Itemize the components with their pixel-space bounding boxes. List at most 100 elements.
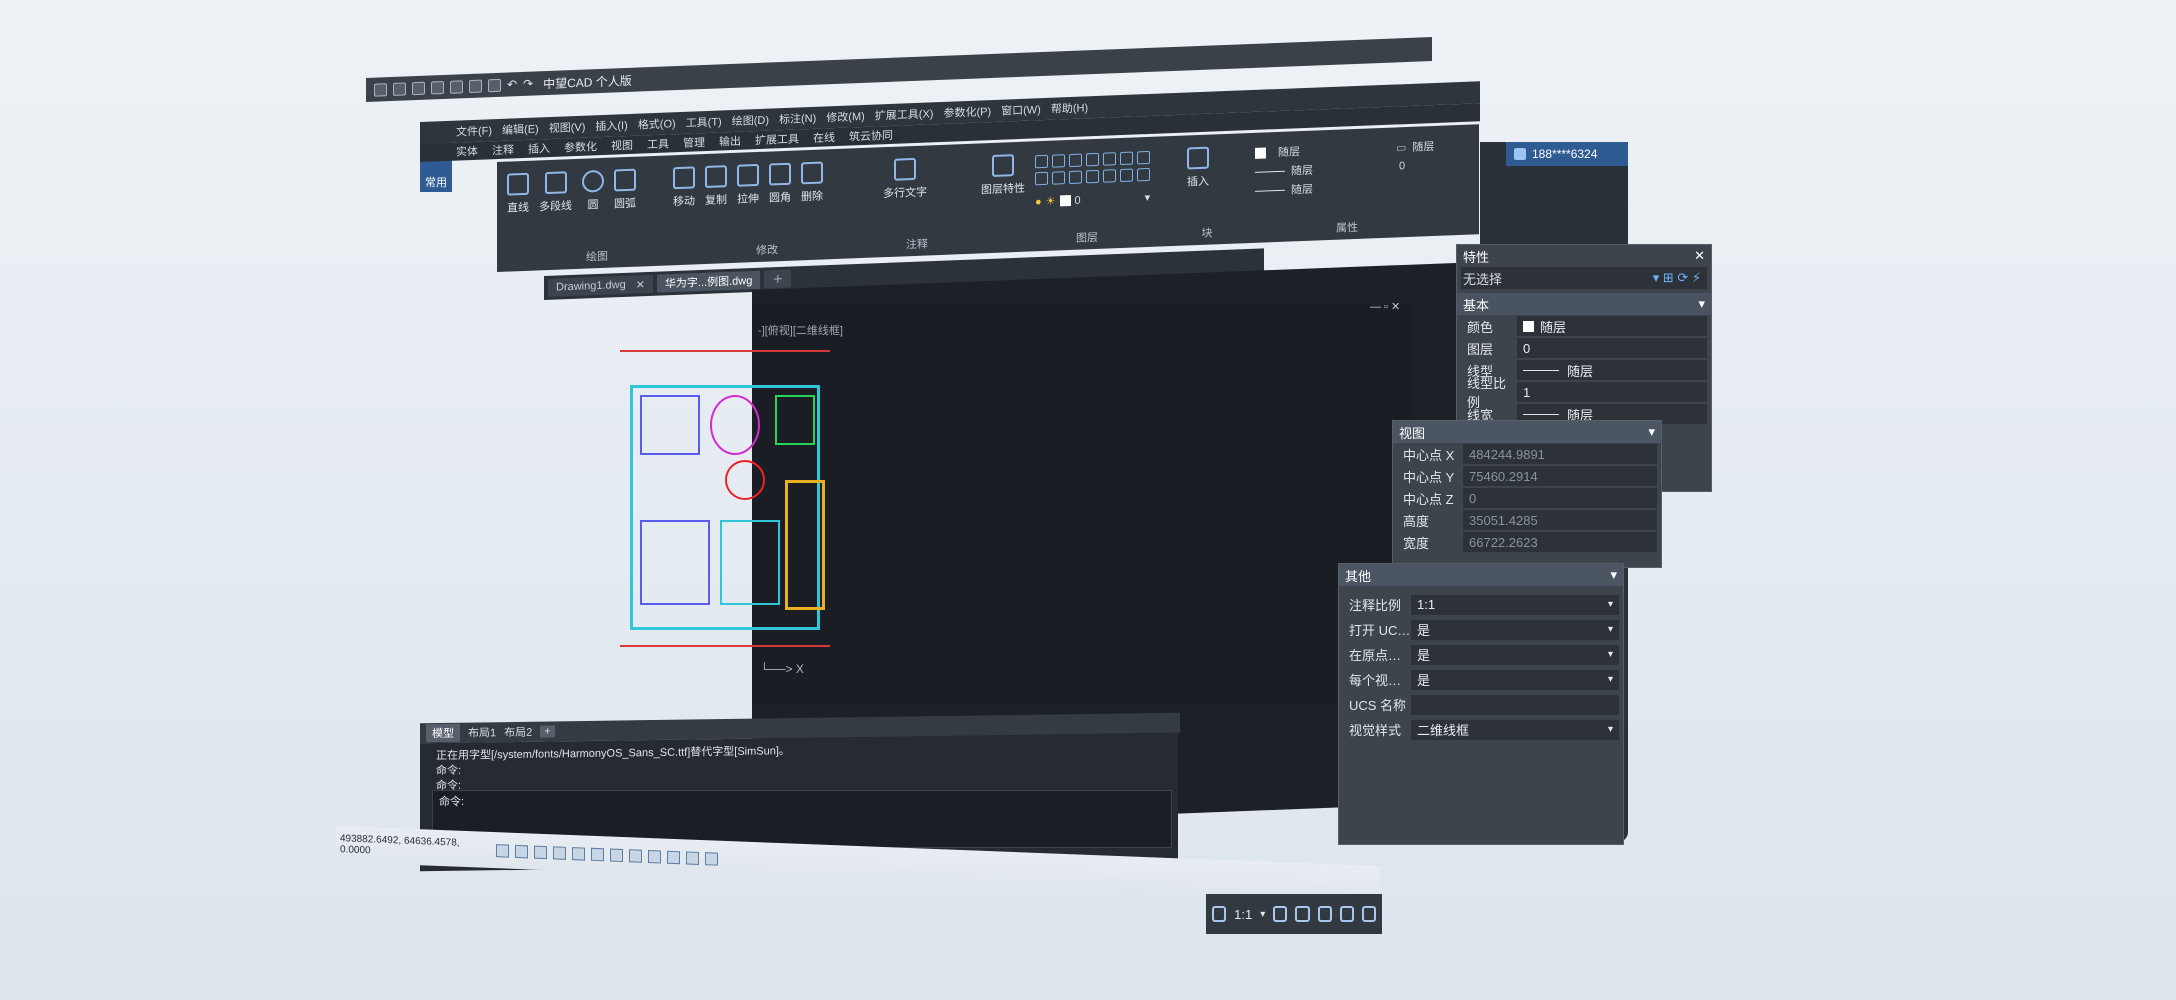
lineweight-icon[interactable] <box>629 848 642 863</box>
user-id: 188****6324 <box>1532 147 1598 161</box>
viewport-window-controls[interactable]: — ▫ ✕ <box>1370 300 1400 313</box>
stretch-button[interactable]: 拉伸 <box>737 163 759 207</box>
add-layout-button[interactable]: + <box>540 725 555 738</box>
save-as-icon[interactable] <box>431 80 444 95</box>
ribbon-tab-cloud[interactable]: 筑云协同 <box>849 127 893 145</box>
file-tab-huawei[interactable]: 华为字...例图.dwg <box>656 270 761 293</box>
ribbon-tab-annotate[interactable]: 注释 <box>492 141 514 158</box>
selection-dropdown[interactable]: 无选择 ▾ ⊞ ⟳ ⚡ <box>1461 267 1707 289</box>
insert-block-button[interactable]: 插入 <box>1187 146 1209 190</box>
coordinate-readout: 493882.6492, 64636.4578, 0.0000 <box>340 833 460 857</box>
ribbon-tab-parametric[interactable]: 参数化 <box>564 138 597 155</box>
osnap-icon[interactable] <box>572 846 585 861</box>
selection-cycle-icon[interactable] <box>667 850 680 864</box>
layer-properties-button[interactable]: 图层特性 <box>981 154 1025 198</box>
menu-modify[interactable]: 修改(M) <box>826 108 865 125</box>
menu-dimension[interactable]: 标注(N) <box>779 110 816 127</box>
ribbon-tab-output[interactable]: 输出 <box>719 133 741 150</box>
copy-icon[interactable] <box>450 79 463 94</box>
section-view[interactable]: 视图 ▾ <box>1393 421 1661 443</box>
polar-icon[interactable] <box>553 845 566 860</box>
workspace-icon[interactable] <box>1317 906 1332 922</box>
menu-tools[interactable]: 工具(T) <box>686 113 722 130</box>
move-button[interactable]: 移动 <box>673 166 695 209</box>
file-tab-drawing1[interactable]: Drawing1.dwg ✕ <box>548 274 653 297</box>
ribbon-tab-view[interactable]: 视图 <box>611 137 633 154</box>
erase-button[interactable]: 删除 <box>801 161 823 204</box>
annotation-monitor-icon[interactable] <box>686 850 699 865</box>
annotation-scale-icon[interactable] <box>1212 906 1227 922</box>
line-button[interactable]: 直线 <box>507 172 529 216</box>
mtext-button[interactable]: 多行文字 <box>883 157 927 201</box>
copy-button[interactable]: 复制 <box>705 165 727 208</box>
circle-button[interactable]: 圆 <box>582 169 604 213</box>
prop-row-ltscale: 线型比例 1 <box>1457 376 1711 410</box>
ucs-icon[interactable] <box>705 851 718 866</box>
clean-screen-icon[interactable] <box>1361 906 1376 922</box>
arc-button[interactable]: 圆弧 <box>614 168 636 212</box>
snap-icon[interactable] <box>515 844 528 858</box>
new-file-icon[interactable] <box>374 82 387 97</box>
ucs-icon: └──> X <box>760 662 804 676</box>
line-icon <box>507 172 529 196</box>
ribbon-tab-tools[interactable]: 工具 <box>647 135 669 152</box>
save-icon[interactable] <box>412 81 425 95</box>
annotation-scale[interactable]: 1:1 <box>1234 907 1252 922</box>
annotation-visibility-icon[interactable] <box>1273 906 1288 922</box>
otrack-icon[interactable] <box>591 847 604 861</box>
dyn-icon[interactable] <box>610 848 623 862</box>
prop-row-at-origin: 在原点… 是 ▾ <box>1339 642 1623 667</box>
close-tab-icon[interactable]: ✕ <box>636 278 645 291</box>
ribbon-tab-ext-tools[interactable]: 扩展工具 <box>755 130 799 148</box>
menu-view[interactable]: 视图(V) <box>549 119 586 136</box>
prop-row-layer: 图层 0 <box>1457 337 1711 359</box>
tab-layout2[interactable]: 布局2 <box>504 724 532 740</box>
ribbon-tab-online[interactable]: 在线 <box>813 129 835 146</box>
prop-value-dd[interactable]: 0 <box>1399 160 1405 172</box>
prop-layer-dd[interactable]: 随层 <box>1412 138 1434 155</box>
settings-gear-icon[interactable] <box>1339 906 1354 922</box>
fillet-button[interactable]: 圆角 <box>769 162 791 206</box>
menu-draw[interactable]: 绘图(D) <box>732 112 769 129</box>
menu-edit[interactable]: 编辑(E) <box>502 120 539 137</box>
fullscreen-icon[interactable] <box>488 78 501 92</box>
prop-color-value[interactable]: 随层 <box>1278 143 1300 160</box>
menu-help[interactable]: 帮助(H) <box>1051 99 1088 116</box>
status-bar-right: 1:1 ▾ <box>1206 894 1382 934</box>
ribbon-tab-insert[interactable]: 插入 <box>528 140 550 157</box>
redo-icon[interactable]: ↷ <box>523 77 533 91</box>
user-account-bar[interactable]: 188****6324 <box>1506 142 1628 166</box>
fillet-icon <box>769 162 791 186</box>
menu-insert[interactable]: 插入(I) <box>595 117 627 134</box>
menu-ext-tools[interactable]: 扩展工具(X) <box>875 105 934 123</box>
menu-format[interactable]: 格式(O) <box>638 115 676 132</box>
menu-parametric[interactable]: 参数化(P) <box>943 103 991 121</box>
polyline-button[interactable]: 多段线 <box>539 171 572 214</box>
auto-scale-icon[interactable] <box>1295 906 1310 922</box>
open-folder-icon[interactable] <box>393 81 406 96</box>
prop-row-height: 高度 35051.4285 <box>1393 509 1661 531</box>
tab-layout1[interactable]: 布局1 <box>468 724 496 740</box>
ribbon-tab-solid[interactable]: 实体 <box>456 143 478 160</box>
prop-linetype-value[interactable]: 随层 <box>1291 162 1313 179</box>
section-other[interactable]: 其他 ▾ <box>1339 564 1623 586</box>
print-icon[interactable] <box>469 79 482 93</box>
close-icon[interactable]: ✕ <box>1694 248 1705 264</box>
transparency-icon[interactable] <box>648 849 661 863</box>
move-icon <box>673 166 695 190</box>
section-basic[interactable]: 基本 ▾ <box>1457 293 1711 315</box>
current-layer-dropdown[interactable]: ● ☀ 0 ▾ <box>1035 191 1150 208</box>
undo-icon[interactable]: ↶ <box>507 77 517 91</box>
plan-room <box>640 520 710 605</box>
stretch-icon <box>737 163 759 187</box>
tab-model[interactable]: 模型 <box>426 723 460 743</box>
new-tab-button[interactable]: ＋ <box>764 269 792 289</box>
menu-window[interactable]: 窗口(W) <box>1001 101 1041 119</box>
ribbon-group-draw: 直线 多段线 圆 圆弧 <box>501 161 671 252</box>
ribbon-tab-home[interactable]: 常用 <box>425 174 447 190</box>
grid-icon[interactable] <box>496 843 509 858</box>
ortho-icon[interactable] <box>534 845 547 859</box>
prop-lineweight-value[interactable]: 随层 <box>1291 181 1313 198</box>
ribbon-tab-manage[interactable]: 管理 <box>683 134 705 151</box>
menu-file[interactable]: 文件(F) <box>456 122 492 139</box>
